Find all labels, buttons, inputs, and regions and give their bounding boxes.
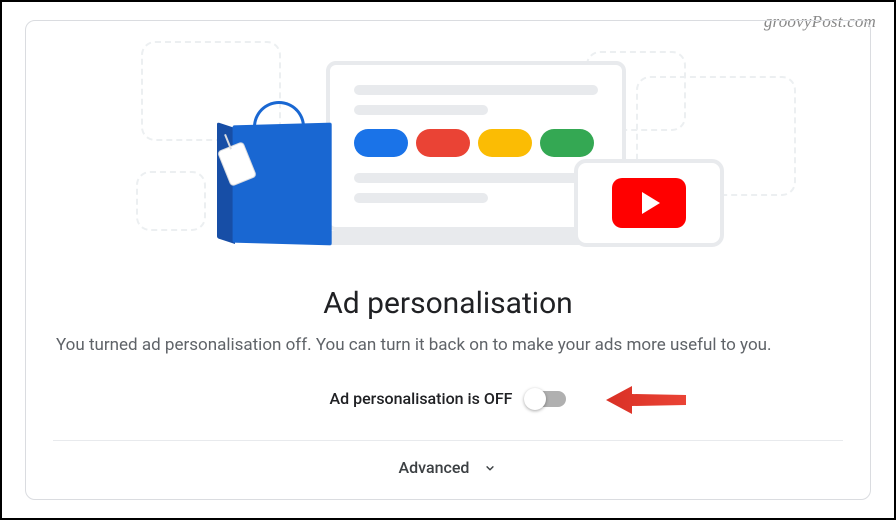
advanced-button[interactable]: Advanced: [26, 441, 870, 493]
hero-illustration: [26, 21, 870, 256]
advanced-label: Advanced: [399, 458, 470, 477]
phone-illustration: [574, 159, 724, 247]
annotation-arrow-icon: [606, 383, 686, 421]
outer-frame: groovyPost.com: [0, 0, 896, 520]
page-title: Ad personalisation: [323, 286, 573, 321]
shopping-bag-illustration: [231, 99, 331, 244]
page-description: You turned ad personalisation off. You c…: [26, 335, 870, 355]
toggle-label: Ad personalisation is OFF: [330, 389, 513, 408]
personalisation-toggle[interactable]: [526, 391, 566, 407]
chevron-down-icon: [483, 460, 497, 474]
settings-card: Ad personalisation You turned ad persona…: [25, 20, 871, 500]
decorative-pattern: [136, 171, 206, 231]
youtube-icon: [612, 178, 686, 228]
toggle-row: Ad personalisation is OFF: [26, 389, 870, 408]
